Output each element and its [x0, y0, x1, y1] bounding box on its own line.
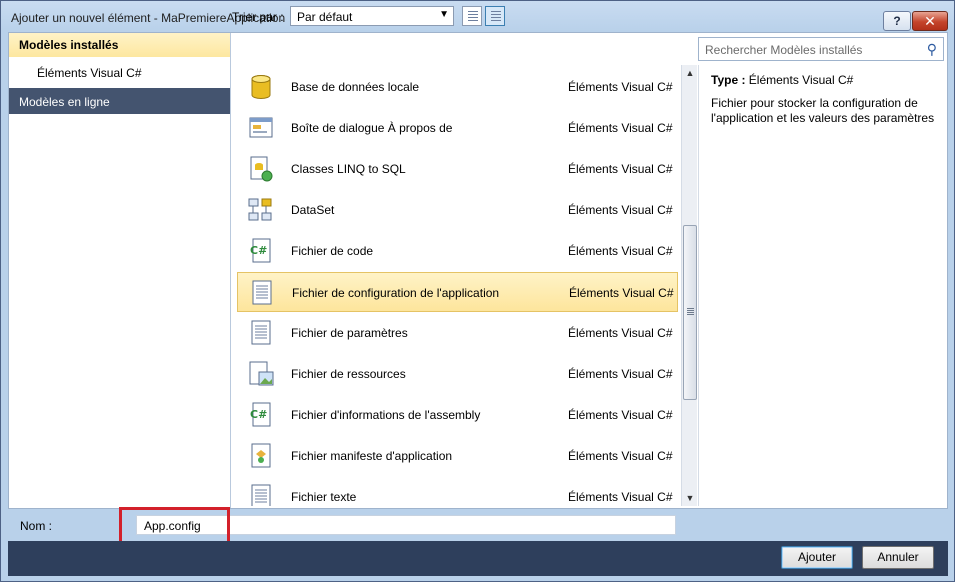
dialog-icon: [247, 114, 275, 142]
scroll-down-icon[interactable]: ▼: [682, 490, 698, 506]
template-item-name: Fichier d'informations de l'assembly: [291, 408, 481, 422]
template-item-category: Éléments Visual C#: [568, 203, 673, 217]
template-item-category: Éléments Visual C#: [568, 449, 673, 463]
template-item-category: Éléments Visual C#: [568, 244, 673, 258]
template-item-name: Classes LINQ to SQL: [291, 162, 406, 176]
help-button[interactable]: ?: [883, 11, 911, 31]
template-item-category: Éléments Visual C#: [568, 408, 673, 422]
csharp-file-icon: C#: [247, 401, 275, 429]
view-details-button[interactable]: [485, 6, 505, 26]
linq-icon: [247, 155, 275, 183]
name-label: Nom :: [20, 519, 53, 533]
template-item-row[interactable]: Fichier de paramètres Éléments Visual C#: [237, 313, 678, 353]
add-button[interactable]: Ajouter: [781, 546, 853, 569]
template-item-name: Fichier de configuration de l'applicatio…: [292, 286, 500, 300]
template-list: Base de données locale Éléments Visual C#…: [232, 61, 680, 506]
close-button[interactable]: ✕: [912, 11, 948, 31]
grid-view-icon: [468, 11, 478, 22]
svg-text:C#: C#: [250, 244, 267, 257]
scroll-up-icon[interactable]: ▲: [682, 65, 698, 81]
view-medium-icons-button[interactable]: [462, 6, 482, 26]
template-item-category: Éléments Visual C#: [568, 80, 673, 94]
sort-value: Par défaut: [297, 10, 353, 24]
config-file-icon: [248, 279, 276, 307]
search-input[interactable]: Rechercher Modèles installés ⚲: [698, 37, 944, 61]
type-label: Type :: [711, 73, 746, 87]
tree-item-csharp[interactable]: Éléments Visual C#: [37, 66, 142, 80]
template-item-row[interactable]: Fichier manifeste d'application Éléments …: [237, 436, 678, 476]
template-item-name: Boîte de dialogue À propos de: [291, 121, 453, 135]
dataset-icon: [247, 196, 275, 224]
template-item-row[interactable]: DataSet Éléments Visual C#: [237, 190, 678, 230]
template-item-row[interactable]: Boîte de dialogue À propos de Éléments Vi…: [237, 108, 678, 148]
template-item-row[interactable]: Classes LINQ to SQL Éléments Visual C#: [237, 149, 678, 189]
scroll-thumb[interactable]: [683, 225, 697, 400]
sort-label: Trier par :: [232, 10, 284, 24]
template-item-category: Éléments Visual C#: [569, 286, 674, 300]
template-item-name: Fichier manifeste d'application: [291, 449, 453, 463]
template-item-name: Fichier de paramètres: [291, 326, 408, 340]
template-item-name: DataSet: [291, 203, 335, 217]
cancel-button[interactable]: Annuler: [862, 546, 934, 569]
type-value: Éléments Visual C#: [748, 73, 854, 87]
template-item-row[interactable]: C# Fichier d'informations de l'assembly Él…: [237, 395, 678, 435]
search-placeholder: Rechercher Modèles installés: [705, 43, 863, 57]
search-icon[interactable]: ⚲: [927, 41, 937, 58]
template-item-category: Éléments Visual C#: [568, 326, 673, 340]
list-scrollbar[interactable]: ▲ ▼: [681, 65, 697, 506]
template-item-name: Base de données locale: [291, 80, 420, 94]
item-description: Fichier pour stocker la configuration de…: [711, 96, 935, 125]
chevron-down-icon: ▼: [439, 9, 449, 20]
template-item-category: Éléments Visual C#: [568, 490, 673, 504]
text-file-icon: [247, 483, 275, 506]
add-item-dialog: Ajouter un nouvel élément - MaPremiereAp…: [0, 0, 955, 582]
template-item-row[interactable]: Fichier texte Éléments Visual C#: [237, 477, 678, 506]
template-item-name: Fichier texte: [291, 490, 357, 504]
template-item-category: Éléments Visual C#: [568, 162, 673, 176]
template-item-row[interactable]: C# Fichier de code Éléments Visual C#: [237, 231, 678, 271]
tree-item-online[interactable]: Modèles en ligne: [9, 88, 230, 114]
template-item-name: Fichier de ressources: [291, 367, 406, 381]
template-item-category: Éléments Visual C#: [568, 367, 673, 381]
template-item-category: Éléments Visual C#: [568, 121, 673, 135]
settings-file-icon: [247, 319, 275, 347]
csharp-file-icon: C#: [247, 237, 275, 265]
list-view-icon: [491, 11, 501, 22]
sort-select[interactable]: Par défaut ▼: [290, 6, 454, 26]
template-item-row[interactable]: Fichier de configuration de l'applicatio…: [237, 272, 678, 312]
grip-icon: [687, 308, 694, 315]
tree-item-installed[interactable]: Modèles installés: [9, 33, 230, 57]
database-icon: [247, 73, 275, 101]
manifest-icon: [247, 442, 275, 470]
type-line: Type : Éléments Visual C#: [711, 73, 853, 87]
svg-text:C#: C#: [250, 408, 267, 421]
template-item-name: Fichier de code: [291, 244, 374, 258]
resource-file-icon: [247, 360, 275, 388]
template-item-row[interactable]: Fichier de ressources Éléments Visual C#: [237, 354, 678, 394]
template-item-row[interactable]: Base de données locale Éléments Visual C#: [237, 67, 678, 107]
template-tree: Modèles installés Éléments Visual C# Mod…: [9, 33, 231, 508]
detail-panel: Type : Éléments Visual C# Fichier pour s…: [698, 65, 944, 506]
